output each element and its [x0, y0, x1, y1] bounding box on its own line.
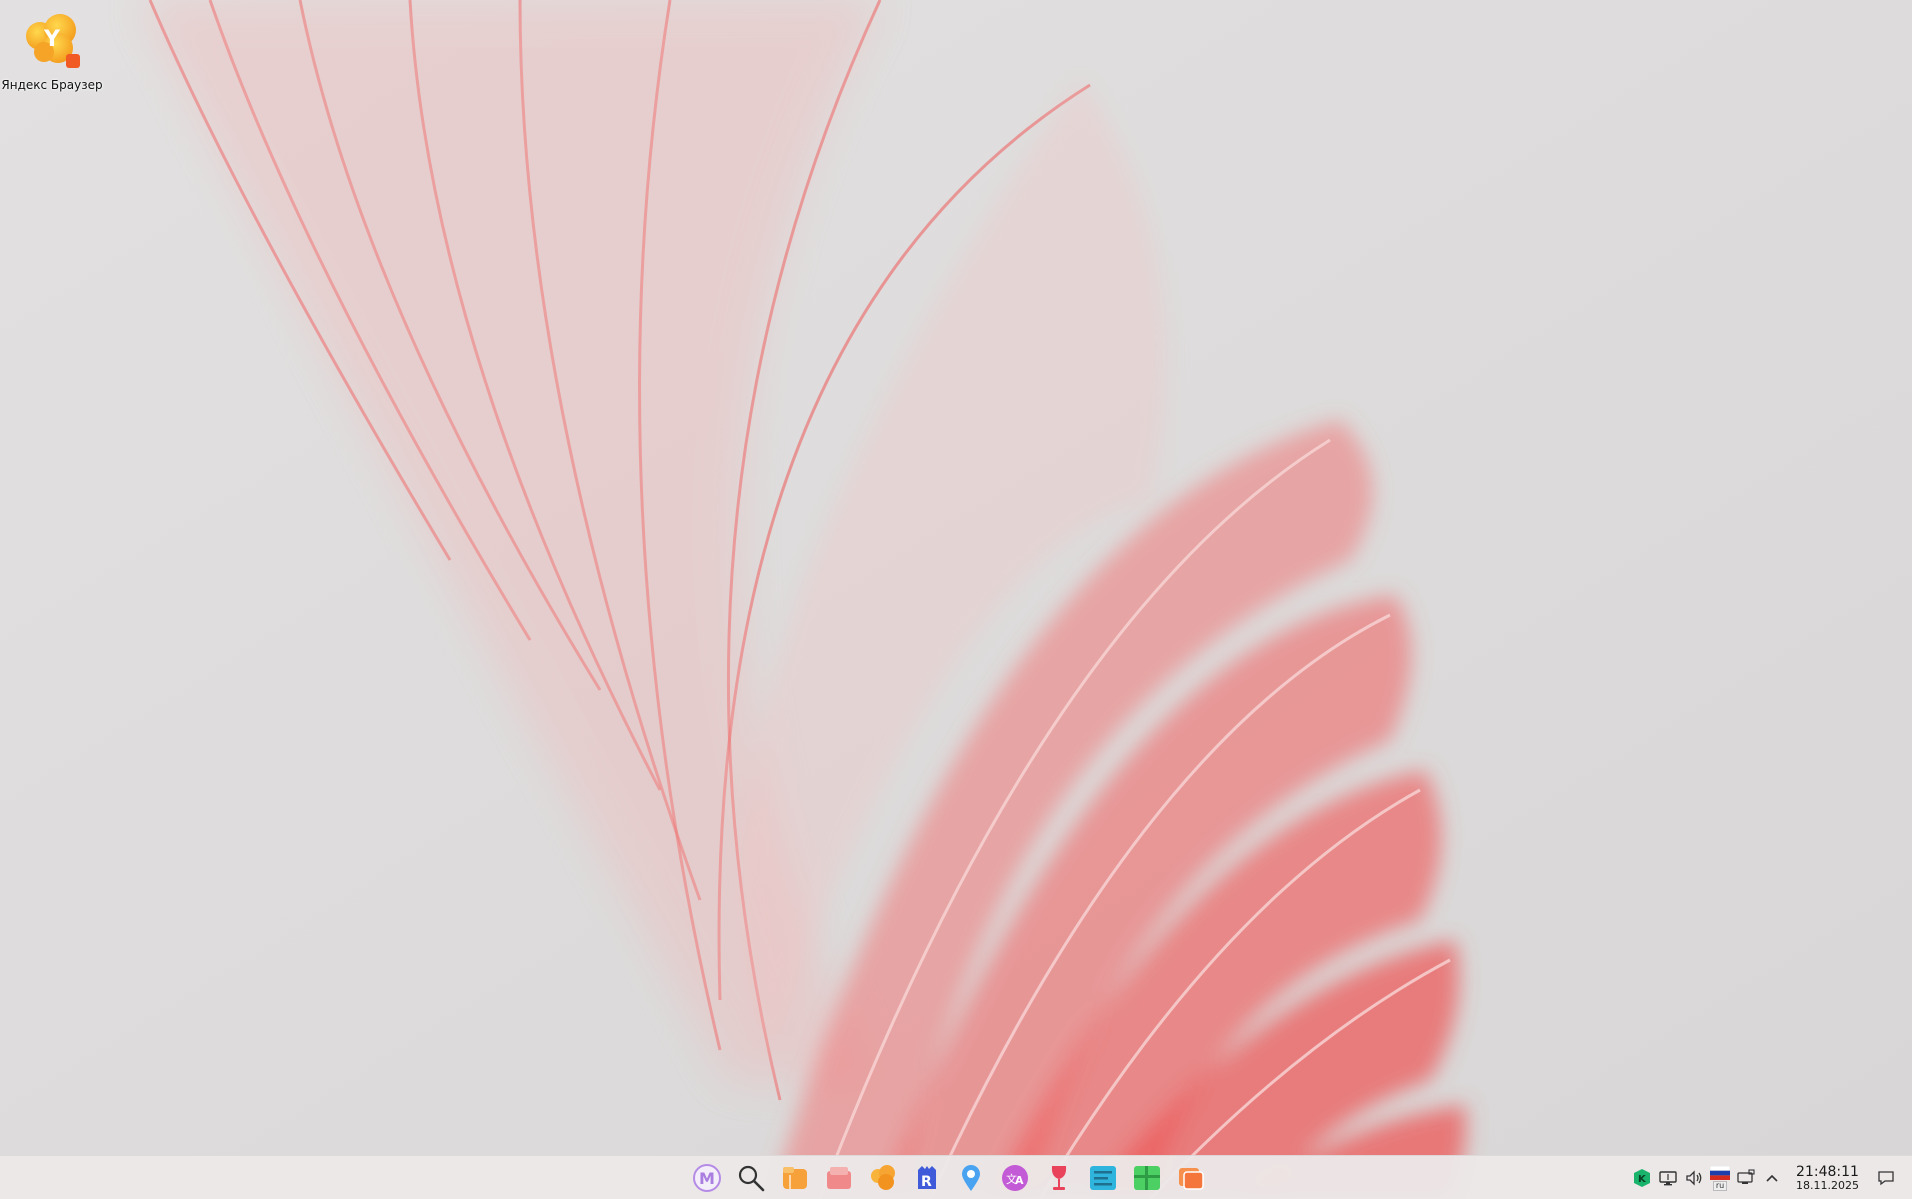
clock-date: 18.11.2025: [1796, 1178, 1859, 1192]
yandex-browser-icon: [871, 1165, 895, 1190]
system-tray: K ru 21:48:11 18.11.2025: [1632, 1156, 1859, 1199]
translate-icon: 文 A: [1002, 1165, 1028, 1191]
tray-kaspersky[interactable]: K: [1632, 1164, 1652, 1192]
desktop-icon-yandex-browser[interactable]: Y Яндекс Браузер: [0, 8, 104, 92]
tray-keyboard-layout[interactable]: ru: [1710, 1164, 1730, 1192]
dock: M R 文 A: [688, 1159, 1210, 1197]
svg-text:R: R: [921, 1174, 932, 1190]
notification-icon: [1878, 1171, 1894, 1186]
maps-pin-icon: [962, 1165, 980, 1191]
spreadsheet-icon: [1134, 1166, 1160, 1190]
display-icon: [1659, 1171, 1677, 1186]
notification-center-button[interactable]: [1874, 1166, 1898, 1190]
dock-item-yandex-browser[interactable]: [864, 1159, 902, 1197]
chevron-up-icon: [1766, 1174, 1778, 1182]
yandex-browser-icon: Y: [26, 14, 80, 68]
slides-app-icon: [1179, 1168, 1204, 1190]
svg-text:M: M: [699, 1169, 715, 1188]
keyboard-layout-label: ru: [1712, 1180, 1728, 1191]
wine-glass-icon: [1051, 1166, 1067, 1190]
network-icon: [1737, 1169, 1755, 1184]
folder-app-icon: [827, 1167, 851, 1189]
tray-display[interactable]: [1658, 1164, 1678, 1192]
tray-volume[interactable]: [1684, 1164, 1704, 1192]
files-app-icon: [783, 1167, 807, 1189]
wallpaper: [0, 0, 1912, 1199]
tray-network[interactable]: [1736, 1164, 1756, 1192]
dock-item-files[interactable]: [776, 1159, 814, 1197]
search-icon: [738, 1165, 765, 1192]
dock-item-maps[interactable]: [952, 1159, 990, 1197]
svg-text:A: A: [1015, 1174, 1024, 1187]
dock-item-wine[interactable]: [1040, 1159, 1078, 1197]
dock-item-text-editor[interactable]: [1084, 1159, 1122, 1197]
dock-item-launcher[interactable]: M: [688, 1159, 726, 1197]
dock-item-spreadsheet[interactable]: [1128, 1159, 1166, 1197]
dock-item-translate[interactable]: 文 A: [996, 1159, 1034, 1197]
clock[interactable]: 21:48:11 18.11.2025: [1796, 1164, 1859, 1192]
text-editor-icon: [1090, 1166, 1116, 1190]
desktop-icon-label: Яндекс Браузер: [1, 78, 103, 92]
russian-flag-icon: [1710, 1165, 1730, 1180]
kaspersky-icon: K: [1634, 1169, 1650, 1187]
dock-item-folder[interactable]: [820, 1159, 858, 1197]
rustore-icon: R: [918, 1166, 936, 1190]
clock-time: 21:48:11: [1796, 1163, 1859, 1180]
m-launcher-icon: M: [693, 1164, 721, 1192]
dock-item-rustore[interactable]: R: [908, 1159, 946, 1197]
dock-item-search[interactable]: [732, 1159, 770, 1197]
svg-text:K: K: [1638, 1174, 1647, 1185]
volume-icon: [1686, 1170, 1702, 1186]
taskbar: M R 文 A K ru 21:48:11 18.11.2025: [0, 1155, 1912, 1199]
svg-text:Y: Y: [43, 27, 61, 52]
desktop: Y Яндекс Браузер M R 文 A K ru 21:48:11 1…: [0, 0, 1912, 1199]
dock-item-slides[interactable]: [1172, 1159, 1210, 1197]
tray-show-hidden[interactable]: [1762, 1164, 1782, 1192]
